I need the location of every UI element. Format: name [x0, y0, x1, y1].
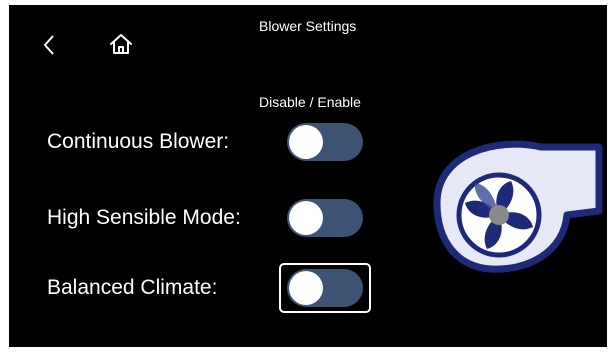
blower-fan-icon [433, 140, 603, 273]
setting-row-high-sensible-mode: High Sensible Mode: [9, 193, 389, 243]
back-button[interactable] [37, 31, 61, 59]
balanced-climate-toggle[interactable] [287, 269, 363, 307]
setting-row-continuous-blower: Continuous Blower: [9, 117, 389, 167]
blower-settings-screen: Blower Settings Disable / Enable Continu… [9, 5, 607, 347]
toggle-knob [289, 201, 323, 235]
toggle-knob [289, 125, 323, 159]
home-button[interactable] [107, 29, 135, 59]
home-icon [110, 34, 132, 54]
toggle-knob [289, 271, 323, 305]
setting-label: High Sensible Mode: [47, 206, 241, 229]
page-title: Blower Settings [259, 18, 357, 34]
high-sensible-mode-toggle[interactable] [287, 199, 363, 237]
toggle-column-header: Disable / Enable [259, 94, 361, 110]
chevron-left-icon [43, 35, 54, 55]
setting-label: Balanced Climate: [47, 276, 218, 299]
setting-label: Continuous Blower: [47, 130, 230, 153]
continuous-blower-toggle[interactable] [287, 123, 363, 161]
